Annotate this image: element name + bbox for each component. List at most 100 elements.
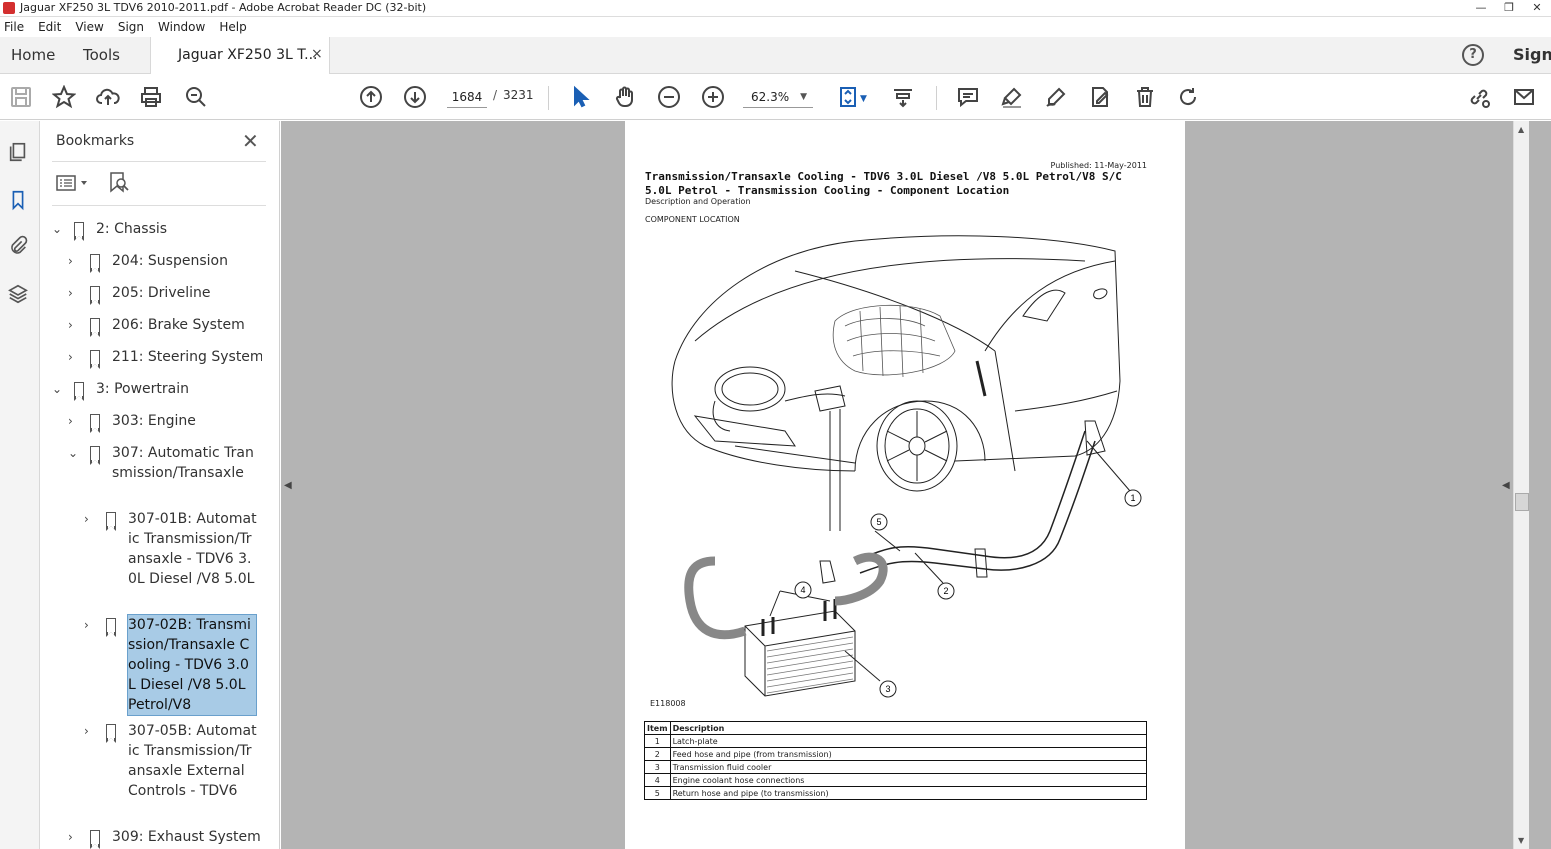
cloud-upload-icon[interactable]	[95, 84, 121, 110]
bookmark-engine[interactable]: › 303: Engine	[66, 411, 256, 433]
page-thumbnails-icon[interactable]	[7, 141, 31, 165]
document-tab-label: Jaguar XF250 3L T...	[178, 47, 318, 63]
next-page-icon[interactable]	[402, 84, 428, 110]
highlight-icon[interactable]	[999, 84, 1025, 110]
prev-page-icon[interactable]	[358, 84, 384, 110]
chevron-down-icon[interactable]: ⌄	[52, 379, 64, 399]
bookmark-powertrain[interactable]: ⌄ 3: Powertrain	[50, 379, 250, 401]
collapse-left-icon[interactable]: ◀	[284, 480, 292, 491]
share-link-icon[interactable]	[1466, 84, 1492, 110]
chevron-right-icon[interactable]: ›	[68, 283, 80, 303]
scroll-mode-icon[interactable]	[890, 84, 916, 110]
bookmark-label: 307-05B: Automatic Transmission/Transaxl…	[128, 723, 257, 799]
table-header-row: Item Description	[644, 721, 1148, 735]
chevron-right-icon[interactable]: ›	[68, 251, 80, 271]
zoom-level-select[interactable]: 62.3% ▼	[743, 86, 813, 108]
table-cell: 1	[644, 734, 671, 748]
rotate-icon[interactable]	[1175, 84, 1201, 110]
close-tab-button[interactable]: ×	[311, 46, 323, 62]
panel-divider	[52, 205, 266, 206]
chevron-right-icon[interactable]: ›	[68, 315, 80, 335]
page-total: 3231	[503, 88, 534, 102]
tab-bar: Home Tools Jaguar XF250 3L T... × ? Sign	[0, 37, 1551, 74]
collapse-right-icon[interactable]: ◀	[1502, 480, 1510, 491]
chevron-down-icon[interactable]: ⌄	[68, 443, 80, 463]
minimize-button[interactable]: —	[1467, 0, 1495, 16]
acrobat-logo-icon	[3, 2, 15, 14]
draw-icon[interactable]	[1043, 84, 1069, 110]
attachments-icon[interactable]	[7, 235, 31, 259]
tab-document[interactable]: Jaguar XF250 3L T... ×	[150, 37, 330, 74]
bookmark-307-05b[interactable]: › 307-05B: Automatic Transmission/Transa…	[82, 721, 262, 821]
save-icon[interactable]	[8, 84, 34, 110]
table-cell: 4	[644, 773, 671, 787]
page-number-input[interactable]: 1684	[447, 86, 487, 108]
help-icon[interactable]: ?	[1462, 44, 1484, 66]
bookmark-label: 205: Driveline	[112, 285, 211, 301]
comment-icon[interactable]	[955, 84, 981, 110]
bookmark-307-02b-selected[interactable]: › 307-02B: Transmission/Transaxle Coolin…	[82, 614, 262, 716]
menu-help[interactable]: Help	[219, 20, 246, 34]
bookmark-icon	[90, 318, 100, 337]
bookmark-exhaust-system[interactable]: › 309: Exhaust System	[66, 827, 262, 849]
hand-tool-icon[interactable]	[612, 84, 638, 110]
menu-edit[interactable]: Edit	[38, 20, 61, 34]
close-panel-button[interactable]: ✕	[242, 129, 259, 153]
menu-view[interactable]: View	[75, 20, 103, 34]
chevron-right-icon[interactable]: ›	[68, 347, 80, 367]
bookmark-chassis[interactable]: ⌄ 2: Chassis	[50, 219, 250, 241]
search-icon[interactable]	[183, 84, 209, 110]
table-row: 5 Return hose and pipe (to transmission)	[644, 786, 1148, 800]
chevron-right-icon[interactable]: ›	[84, 509, 96, 529]
chevron-down-icon[interactable]: ⌄	[52, 219, 64, 239]
chevron-right-icon[interactable]: ›	[68, 411, 80, 431]
maximize-button[interactable]: ❐	[1495, 0, 1523, 16]
figure-id: E118008	[650, 699, 686, 708]
bookmark-steering-system[interactable]: › 211: Steering System	[66, 347, 262, 369]
tab-home[interactable]: Home	[11, 46, 55, 64]
menu-file[interactable]: File	[4, 20, 24, 34]
callout-label: 5	[876, 517, 881, 527]
bookmarks-icon[interactable]	[7, 189, 31, 213]
zoom-in-icon[interactable]	[700, 84, 726, 110]
chevron-down-icon: ▼	[800, 92, 807, 102]
bookmark-driveline[interactable]: › 205: Driveline	[66, 283, 256, 305]
close-window-button[interactable]: ✕	[1523, 0, 1551, 16]
bookmark-label: 2: Chassis	[96, 221, 168, 237]
layers-icon[interactable]	[7, 283, 31, 307]
print-icon[interactable]	[138, 84, 164, 110]
star-icon[interactable]	[51, 84, 77, 110]
bookmark-automatic-transmission[interactable]: ⌄ 307: Automatic Transmission/Transaxle	[66, 443, 262, 505]
document-scrollbar[interactable]: ▲ ▼	[1513, 121, 1529, 849]
scrollbar-thumb[interactable]	[1515, 493, 1529, 511]
menu-sign[interactable]: Sign	[118, 20, 144, 34]
bookmark-suspension[interactable]: › 204: Suspension	[66, 251, 256, 273]
email-icon[interactable]	[1511, 84, 1537, 110]
sign-in-button[interactable]: Sign	[1513, 45, 1551, 64]
table-cell: Return hose and pipe (to transmission)	[669, 786, 1148, 800]
bookmark-options-button[interactable]	[56, 173, 92, 193]
trash-icon[interactable]	[1132, 84, 1158, 110]
chevron-right-icon[interactable]: ›	[68, 827, 80, 847]
chevron-right-icon[interactable]: ›	[84, 615, 96, 635]
zoom-out-icon[interactable]	[656, 84, 682, 110]
navigation-rail	[0, 121, 40, 849]
bookmark-307-01b[interactable]: › 307-01B: Automatic Transmission/Transa…	[82, 509, 262, 609]
chevron-right-icon[interactable]: ›	[84, 721, 96, 741]
zoom-level-value: 62.3%	[751, 90, 790, 104]
fit-page-icon[interactable]	[836, 84, 862, 110]
scroll-up-icon[interactable]: ▲	[1518, 125, 1524, 134]
fill-sign-icon[interactable]	[1087, 84, 1113, 110]
menu-bar: File Edit View Sign Window Help	[0, 17, 1551, 37]
bookmark-icon	[74, 382, 84, 401]
bookmark-brake-system[interactable]: › 206: Brake System	[66, 315, 256, 337]
find-bookmark-button[interactable]	[108, 171, 130, 193]
tab-tools[interactable]: Tools	[83, 46, 120, 64]
bookmark-label: 204: Suspension	[112, 253, 228, 269]
table-row: 1 Latch-plate	[644, 734, 1148, 748]
fit-dropdown-icon[interactable]: ▼	[860, 94, 867, 104]
bookmark-search-icon	[110, 172, 129, 193]
scroll-down-icon[interactable]: ▼	[1518, 836, 1524, 845]
menu-window[interactable]: Window	[158, 20, 205, 34]
select-cursor-icon[interactable]	[568, 84, 594, 110]
